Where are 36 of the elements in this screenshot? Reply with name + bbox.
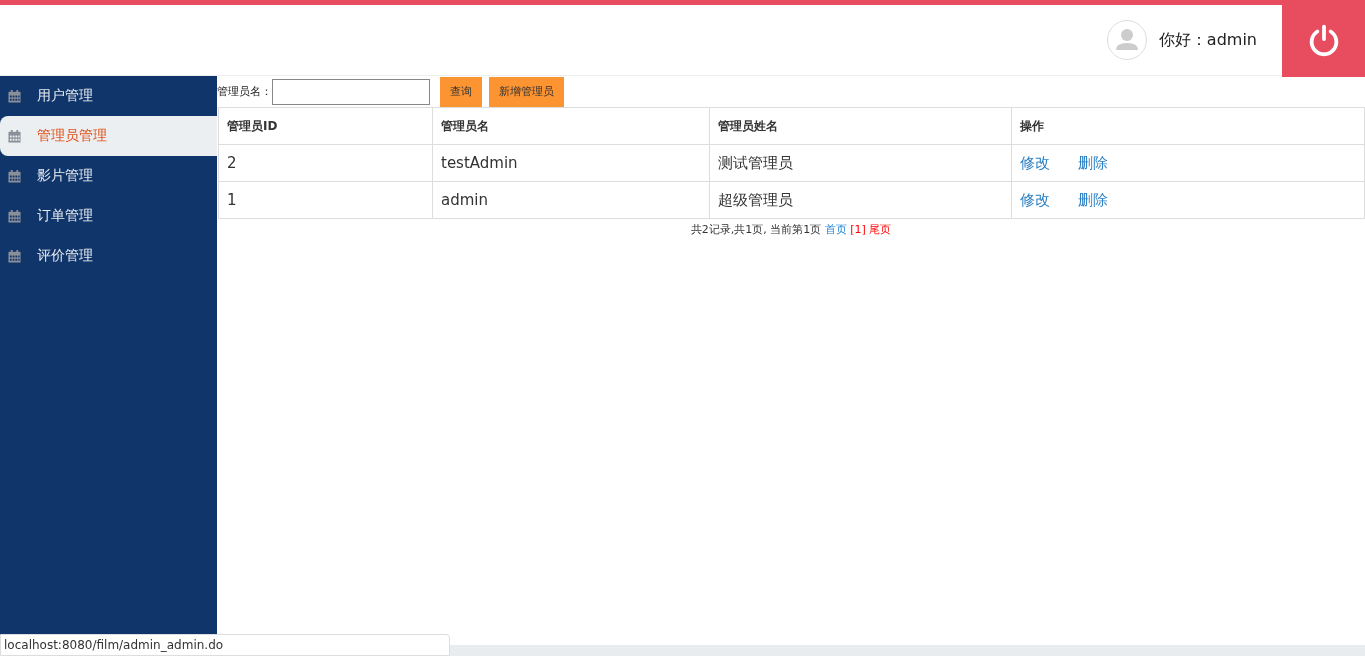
calendar-icon [8,209,21,223]
sidebar-item[interactable]: 管理员管理 [0,116,217,156]
edit-link[interactable]: 修改 [1020,153,1050,172]
sidebar-item[interactable]: 用户管理 [0,76,217,116]
column-header: 管理员姓名 [709,107,1012,145]
add-admin-button[interactable]: 新增管理员 [489,76,564,107]
table-cell: 2 [218,144,433,182]
sidebar-item[interactable]: 影片管理 [0,156,217,196]
sidebar-item[interactable]: 订单管理 [0,196,217,236]
avatar-icon [1106,20,1147,60]
column-header: 管理员ID [218,107,433,145]
column-header: 操作 [1011,107,1365,145]
logout-button[interactable] [1282,5,1365,77]
column-header: 管理员名 [432,107,710,145]
sidebar-item[interactable]: 评价管理 [0,236,217,276]
status-url: localhost:8080/film/admin_admin.do [0,634,450,656]
table-cell: 测试管理员 [709,144,1012,182]
admin-name-field[interactable] [272,78,430,105]
search-label: 管理员名： [217,84,272,99]
delete-link[interactable]: 删除 [1078,190,1108,209]
pagination-summary: 共2记录,共1页, 当前第1页 [690,223,822,236]
current-page-link[interactable]: [1] [850,223,866,236]
calendar-icon [8,169,21,183]
first-page-link[interactable]: 首页 [824,223,847,236]
calendar-icon [8,129,21,143]
calendar-icon [8,249,21,263]
table-cell: testAdmin [432,144,710,182]
calendar-icon [8,89,21,103]
delete-link[interactable]: 删除 [1078,153,1108,172]
last-page-link[interactable]: 尾页 [869,223,892,236]
table-cell: 1 [218,181,433,219]
table-cell: 超级管理员 [709,181,1012,219]
greeting-text: 你好：admin [1158,29,1257,51]
edit-link[interactable]: 修改 [1020,190,1050,209]
query-button[interactable]: 查询 [440,76,482,107]
table-cell: admin [432,181,710,219]
